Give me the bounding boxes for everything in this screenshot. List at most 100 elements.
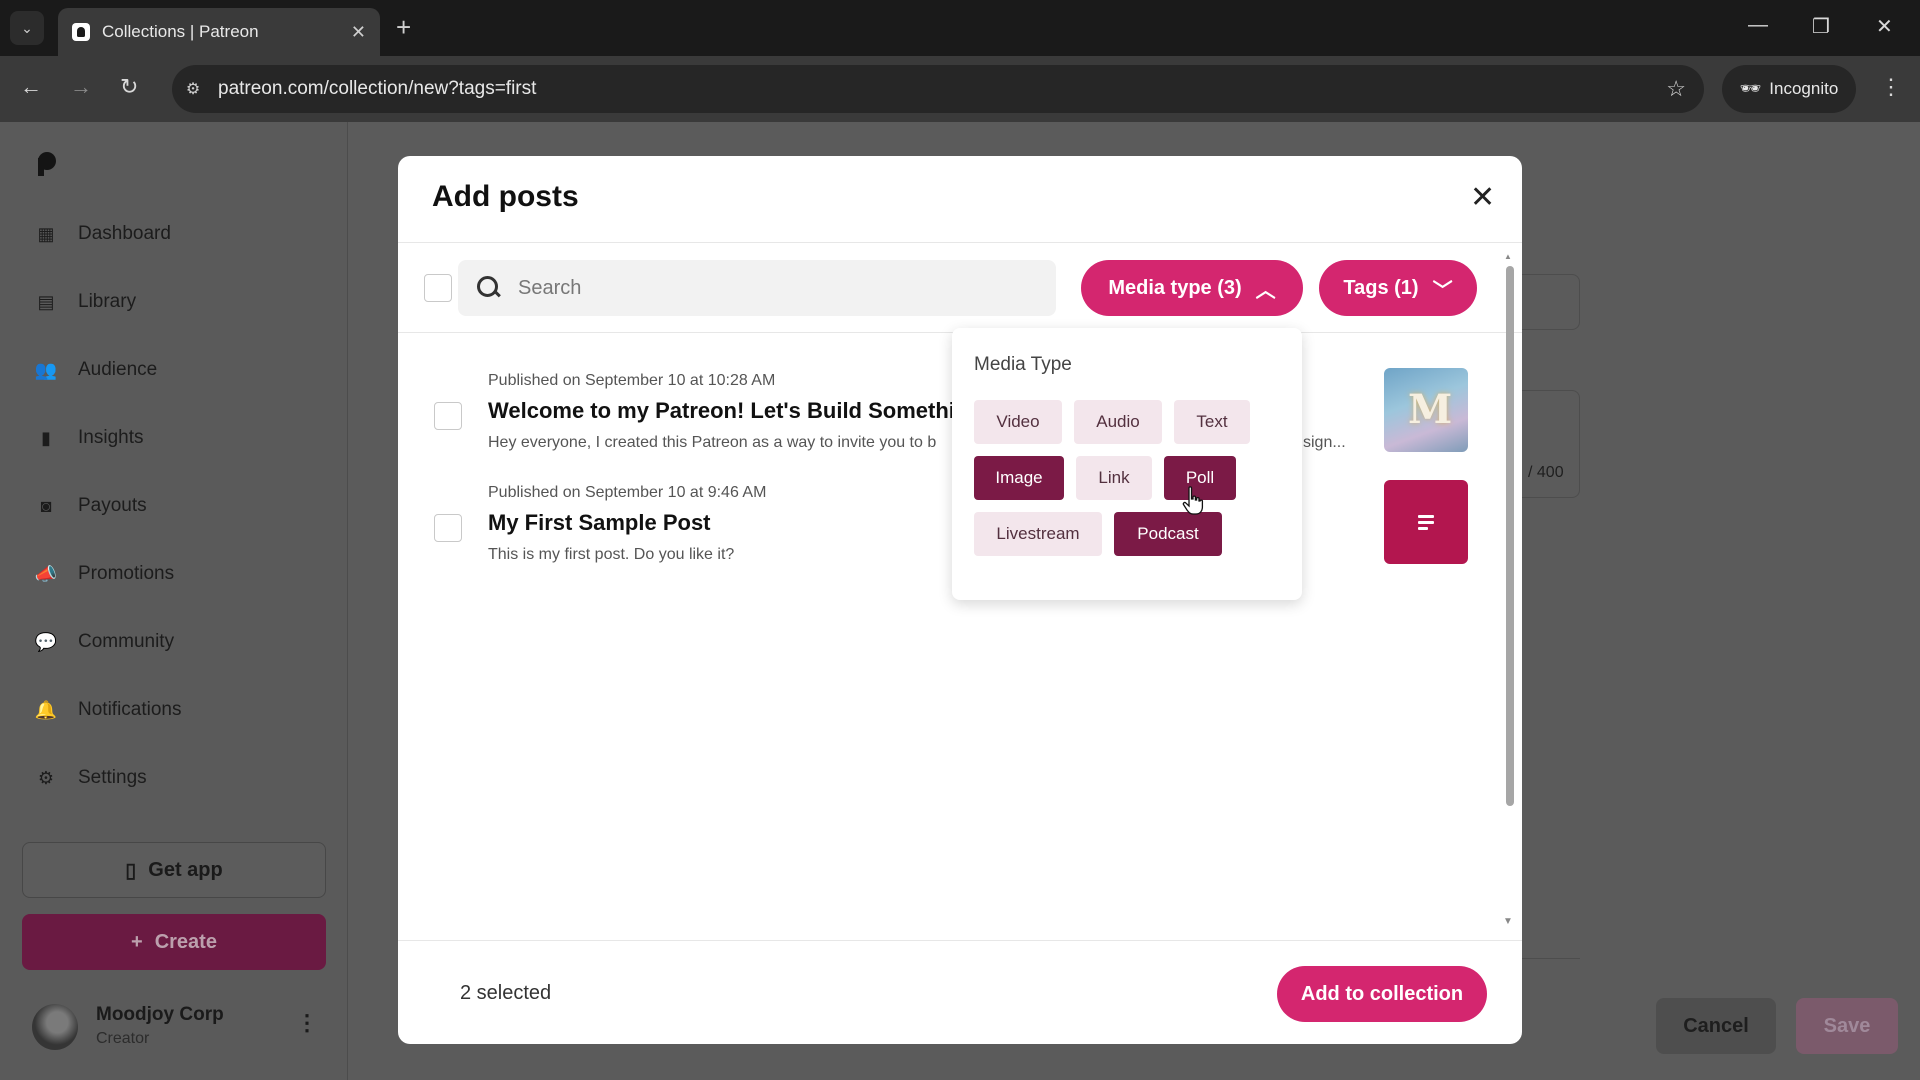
browser-toolbar: ← → ↻ ⚙ patreon.com/collection/new?tags=… xyxy=(0,56,1920,122)
media-type-filter-button[interactable]: Media type (3) ︿ xyxy=(1081,260,1303,316)
sidebar-item-label: Notifications xyxy=(78,699,182,720)
add-posts-modal: Add posts ✕ Media type (3) ︿ Tags (1) ﹀ … xyxy=(398,156,1522,1044)
create-button[interactable]: + Create xyxy=(22,914,326,970)
get-app-button[interactable]: ▯ Get app xyxy=(22,842,326,898)
sidebar-item-dashboard[interactable]: ▦ Dashboard xyxy=(34,216,171,252)
scrollbar-thumb[interactable] xyxy=(1506,266,1514,806)
create-label: Create xyxy=(154,930,217,953)
sidebar-item-label: Settings xyxy=(78,767,147,788)
phone-icon: ▯ xyxy=(125,859,137,882)
sidebar-item-label: Community xyxy=(78,631,175,652)
tab-strip: ⌄ Collections | Patreon ✕ + — ❐ ✕ xyxy=(0,0,1920,56)
modal-title: Add posts xyxy=(432,180,579,213)
promotions-icon: 📣 xyxy=(34,563,58,584)
media-type-option-link[interactable]: Link xyxy=(1076,456,1152,500)
browser-chrome: ⌄ Collections | Patreon ✕ + — ❐ ✕ ← → ↻ … xyxy=(0,0,1920,122)
text-post-thumbnail xyxy=(1384,480,1468,564)
tags-filter-button[interactable]: Tags (1) ﹀ xyxy=(1319,260,1477,316)
more-options-icon[interactable]: ⋮ xyxy=(296,1010,318,1036)
sidebar-item-label: Dashboard xyxy=(78,223,171,244)
library-icon: ▤ xyxy=(37,291,55,312)
sidebar-item-label: Promotions xyxy=(78,563,175,584)
search-icon xyxy=(476,275,502,301)
sidebar-item-library[interactable]: ▤ Library xyxy=(34,284,136,320)
avatar[interactable] xyxy=(32,1004,78,1050)
post-date: Published on September 10 at 9:46 AM xyxy=(488,484,767,501)
close-icon[interactable]: ✕ xyxy=(1470,180,1495,215)
search-input[interactable] xyxy=(518,276,1018,300)
user-name: Moodjoy Corp xyxy=(96,1004,224,1025)
select-all-checkbox[interactable] xyxy=(424,274,452,302)
sidebar-item-label: Insights xyxy=(78,427,144,448)
scroll-up-arrow-icon[interactable]: ▲ xyxy=(1504,252,1512,261)
forward-icon[interactable]: → xyxy=(70,74,92,100)
text-lines-icon xyxy=(1418,515,1434,530)
browser-menu-icon[interactable]: ⋮ xyxy=(1880,74,1902,100)
character-counter: / 400 xyxy=(1528,464,1564,481)
hand-pointer-icon xyxy=(1182,486,1204,515)
selected-count: 2 selected xyxy=(460,982,552,1004)
back-icon[interactable]: ← xyxy=(20,74,42,100)
sidebar-item-audience[interactable]: 👥 Audience xyxy=(34,352,157,388)
gear-icon: ⚙ xyxy=(37,767,55,788)
sidebar-item-label: Audience xyxy=(78,359,158,380)
sidebar: ▦ Dashboard ▤ Library 👥 Audience ▮ Insig… xyxy=(0,122,348,1080)
browser-tab[interactable]: Collections | Patreon ✕ xyxy=(58,8,380,56)
bookmark-star-icon[interactable]: ☆ xyxy=(1666,76,1686,102)
divider xyxy=(398,242,1522,243)
post-description: This is my first post. Do you like it? xyxy=(488,546,735,563)
media-type-option-audio[interactable]: Audio xyxy=(1074,400,1162,444)
sidebar-item-label: Payouts xyxy=(78,495,147,516)
media-type-dropdown: Media Type Video Audio Text Image Link P… xyxy=(952,328,1302,600)
new-tab-button[interactable]: + xyxy=(396,14,411,40)
media-type-option-image[interactable]: Image xyxy=(974,456,1064,500)
minimize-icon[interactable]: — xyxy=(1748,14,1768,37)
chevron-up-icon: ︿ xyxy=(1255,279,1276,302)
media-type-option-text[interactable]: Text xyxy=(1174,400,1250,444)
sidebar-item-community[interactable]: 💬 Community xyxy=(34,624,174,660)
post-checkbox[interactable] xyxy=(434,514,462,542)
tab-title: Collections | Patreon xyxy=(102,22,259,41)
divider xyxy=(398,940,1522,941)
post-description-tail: sign... xyxy=(1303,434,1346,451)
post-thumbnail xyxy=(1384,368,1468,452)
dashboard-icon: ▦ xyxy=(37,223,55,244)
sidebar-item-payouts[interactable]: ◙ Payouts xyxy=(34,488,147,524)
search-box xyxy=(458,260,1056,316)
cancel-button[interactable]: Cancel xyxy=(1656,998,1776,1054)
background-field xyxy=(1520,274,1580,330)
tab-search-button[interactable]: ⌄ xyxy=(10,11,44,45)
incognito-label: Incognito xyxy=(1769,79,1839,98)
community-icon: 💬 xyxy=(34,631,58,652)
patreon-favicon-icon xyxy=(72,23,90,41)
reload-icon[interactable]: ↻ xyxy=(120,74,138,100)
post-checkbox[interactable] xyxy=(434,402,462,430)
site-info-icon[interactable]: ⚙ xyxy=(182,78,204,100)
tab-close-icon[interactable]: ✕ xyxy=(351,22,366,43)
sidebar-item-promotions[interactable]: 📣 Promotions xyxy=(34,556,174,592)
save-button[interactable]: Save xyxy=(1796,998,1898,1054)
window-close-icon[interactable]: ✕ xyxy=(1876,14,1893,39)
tags-filter-label: Tags (1) xyxy=(1343,276,1419,299)
address-bar[interactable]: ⚙ patreon.com/collection/new?tags=first … xyxy=(172,65,1704,113)
sidebar-item-notifications[interactable]: 🔔 Notifications xyxy=(34,692,182,728)
patreon-logo[interactable] xyxy=(36,152,58,178)
sidebar-item-insights[interactable]: ▮ Insights xyxy=(34,420,143,456)
payouts-icon: ◙ xyxy=(40,495,52,516)
media-type-option-podcast[interactable]: Podcast xyxy=(1114,512,1222,556)
chevron-down-icon: ﹀ xyxy=(1432,279,1453,302)
scroll-down-arrow-icon[interactable]: ▼ xyxy=(1503,916,1513,927)
audience-icon: 👥 xyxy=(34,359,58,380)
media-type-filter-label: Media type (3) xyxy=(1108,276,1242,299)
insights-icon: ▮ xyxy=(41,427,51,448)
restore-icon[interactable]: ❐ xyxy=(1812,14,1830,39)
media-type-option-video[interactable]: Video xyxy=(974,400,1062,444)
sidebar-item-settings[interactable]: ⚙ Settings xyxy=(34,760,147,796)
user-role: Creator xyxy=(96,1030,150,1047)
media-type-option-livestream[interactable]: Livestream xyxy=(974,512,1102,556)
get-app-label: Get app xyxy=(148,858,223,881)
incognito-badge[interactable]: 🕶 Incognito xyxy=(1722,65,1856,113)
add-to-collection-button[interactable]: Add to collection xyxy=(1277,966,1487,1022)
post-description: Hey everyone, I created this Patreon as … xyxy=(488,434,937,451)
sidebar-item-label: Library xyxy=(78,291,137,312)
